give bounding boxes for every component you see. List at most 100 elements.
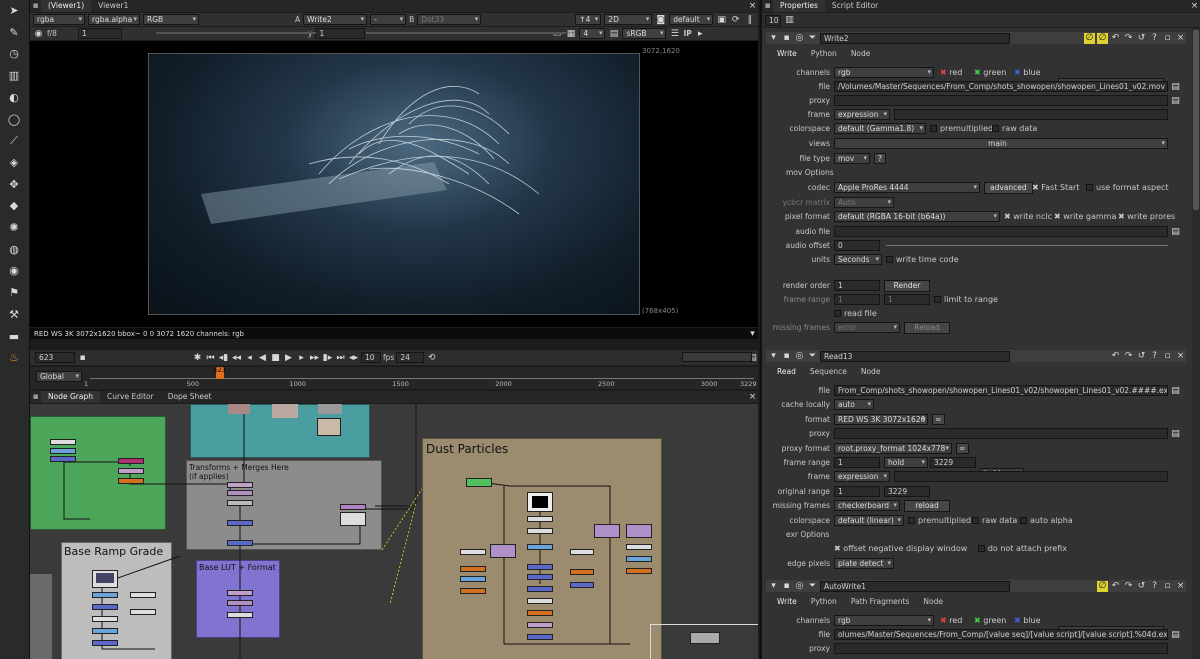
write2-file-browse-icon[interactable]: ▤ bbox=[1170, 81, 1181, 92]
info-expand-icon[interactable]: ▾ bbox=[747, 328, 758, 339]
write2-proxy-browse-icon[interactable]: ▤ bbox=[1170, 95, 1181, 106]
autowrite1-tab-python[interactable]: Python bbox=[804, 596, 844, 608]
autowrite1-help-icon[interactable]: ? bbox=[1149, 581, 1160, 592]
frame-field[interactable]: 623 bbox=[35, 352, 75, 363]
snowflake-icon[interactable]: ✱ bbox=[192, 352, 203, 363]
step-back-icon[interactable]: ◂ bbox=[244, 352, 255, 363]
tab-viewer1[interactable]: Viewer1 bbox=[91, 0, 135, 12]
write2-render-button[interactable]: Render bbox=[884, 280, 930, 292]
read13-missing-frames-select[interactable]: checkerboard bbox=[834, 500, 900, 511]
read13-no-prefix-checkbox[interactable] bbox=[977, 545, 985, 552]
first-frame-icon[interactable]: ⏮ bbox=[205, 352, 216, 363]
read13-float-icon[interactable]: ▪ bbox=[781, 351, 792, 362]
max-panels-field[interactable]: 10 bbox=[765, 14, 781, 26]
paint-icon[interactable]: ✎ bbox=[5, 26, 23, 42]
gamma-slider[interactable] bbox=[366, 32, 566, 34]
refresh-icon[interactable]: ⟳ bbox=[730, 14, 741, 25]
gamma-field[interactable]: 1 bbox=[315, 28, 366, 39]
write2-render-order-field[interactable]: 1 bbox=[834, 280, 880, 291]
write2-frame-field[interactable] bbox=[894, 109, 1168, 120]
autowrite1-close-icon[interactable]: × bbox=[1175, 581, 1186, 592]
node-grade-blue-2[interactable] bbox=[50, 456, 76, 462]
lock-range-icon[interactable]: ▪ bbox=[77, 352, 88, 363]
nodegraph-close-icon[interactable]: × bbox=[747, 392, 758, 403]
thumb-node-4[interactable] bbox=[317, 418, 341, 436]
autowrite1-header[interactable]: ▾ ▪ ◎ ⏷ AutoWrite1 ∅ ↶ ↷ ↺ ? ▫ × bbox=[766, 580, 1186, 592]
node-blur-1[interactable] bbox=[227, 520, 253, 526]
pause-icon[interactable]: ∥ bbox=[744, 14, 755, 25]
node-dot-grey-1[interactable] bbox=[227, 500, 253, 506]
node-baseramp-7[interactable] bbox=[130, 609, 156, 615]
step-field[interactable]: 10 bbox=[361, 352, 381, 363]
node-transform-1[interactable] bbox=[118, 468, 144, 474]
node-baselut-2[interactable] bbox=[227, 600, 253, 606]
read13-tab-read[interactable]: Read bbox=[770, 366, 803, 378]
read13-center-icon[interactable]: ◎ bbox=[794, 351, 805, 362]
write2-channels-select[interactable]: rgb bbox=[834, 67, 934, 78]
write2-proxy-field[interactable] bbox=[834, 95, 1168, 106]
autowrite1-color-icon[interactable]: ∅ bbox=[1097, 580, 1108, 592]
next-keyframe-icon[interactable]: ▮▸ bbox=[322, 352, 333, 363]
node-dust-left-4[interactable] bbox=[460, 588, 486, 594]
prev-keyframe-icon[interactable]: ◂▮ bbox=[218, 352, 229, 363]
write2-frame-mode-select[interactable]: expression bbox=[834, 109, 890, 120]
write2-write-prores-checkbox[interactable]: ✖ bbox=[1118, 212, 1127, 221]
viewer-canvas[interactable]: 3072,1620 (768x405) bbox=[30, 41, 758, 327]
node-dust-4[interactable] bbox=[527, 564, 553, 570]
channel-icon[interactable]: ▥ bbox=[5, 69, 23, 85]
write2-revert-icon[interactable]: ↺ bbox=[1136, 33, 1147, 44]
read13-file-field[interactable]: From_Comp/shots_showopen/showopen_Lines0… bbox=[834, 385, 1168, 396]
zoom-select[interactable]: ↑4 bbox=[575, 14, 602, 25]
nodegraph-pane-icon[interactable]: ▪ bbox=[30, 392, 41, 403]
filter-icon[interactable]: ◯ bbox=[5, 113, 23, 129]
read13-fr-end-field[interactable]: 3229 bbox=[930, 457, 976, 468]
overlay-icon[interactable]: ▤ bbox=[608, 28, 619, 39]
lock-icon[interactable]: ▣ bbox=[716, 14, 727, 25]
read13-redo-icon[interactable]: ↷ bbox=[1123, 351, 1134, 362]
write2-help-icon[interactable]: ? bbox=[1149, 33, 1160, 44]
proxy-select[interactable]: 4 bbox=[579, 28, 606, 39]
timeline-scope-select[interactable]: Global bbox=[36, 371, 82, 382]
write2-green-check[interactable]: ✖ green bbox=[974, 68, 1006, 77]
write2-color2-icon[interactable]: ∅ bbox=[1097, 32, 1108, 44]
read13-proxy-browse-icon[interactable]: ▤ bbox=[1170, 428, 1181, 439]
write2-color-icon[interactable]: ∅ bbox=[1084, 32, 1095, 44]
write2-reload-button[interactable]: Reload bbox=[904, 322, 950, 334]
write2-units-select[interactable]: Seconds bbox=[834, 254, 882, 265]
write2-views-select[interactable]: main bbox=[834, 138, 1168, 149]
a-input-select[interactable]: Write2 bbox=[303, 14, 368, 25]
view-mode-select[interactable]: 2D bbox=[604, 14, 653, 25]
read13-premultiplied-checkbox[interactable] bbox=[908, 517, 915, 524]
write2-undo-icon[interactable]: ↶ bbox=[1110, 33, 1121, 44]
node-baseramp-2[interactable] bbox=[92, 604, 118, 610]
read13-frame-field[interactable] bbox=[894, 471, 1168, 482]
node-dust-10[interactable] bbox=[527, 634, 553, 640]
read13-format-select[interactable]: RED WS 3K 3072x1620 bbox=[834, 414, 928, 425]
write2-tab-python[interactable]: Python bbox=[804, 48, 844, 60]
other-icon[interactable]: ▬ bbox=[5, 330, 23, 346]
step-size-icon[interactable]: ◂▸ bbox=[348, 352, 359, 363]
autowrite1-float-panel-icon[interactable]: ▫ bbox=[1162, 581, 1173, 592]
read13-orig-start-field[interactable]: 1 bbox=[834, 486, 880, 497]
write2-audio-file-field[interactable] bbox=[834, 226, 1168, 237]
autowrite1-center-icon[interactable]: ◎ bbox=[794, 581, 805, 592]
furnace-icon[interactable]: ♨ bbox=[5, 351, 23, 367]
write2-use-format-aspect-checkbox[interactable] bbox=[1086, 184, 1093, 191]
node-crossed-1[interactable] bbox=[340, 512, 366, 526]
metadata-icon[interactable]: ⚑ bbox=[5, 286, 23, 302]
tab-curve-editor[interactable]: Curve Editor bbox=[100, 391, 161, 403]
step-forward-icon[interactable]: ▸ bbox=[296, 352, 307, 363]
clear-panels-icon[interactable]: ▥ bbox=[784, 15, 795, 26]
autowrite1-file-browse-icon[interactable]: ▤ bbox=[1170, 629, 1181, 640]
read13-proxy-field[interactable] bbox=[834, 428, 1168, 439]
thumb-node-3[interactable] bbox=[318, 404, 342, 414]
tab-dope-sheet[interactable]: Dope Sheet bbox=[161, 391, 219, 403]
write2-audio-offset-field[interactable]: 0 bbox=[834, 240, 880, 251]
step-forward-many-icon[interactable]: ▸▸ bbox=[309, 352, 320, 363]
write2-collapse-icon[interactable]: ▾ bbox=[768, 33, 779, 44]
tab-properties[interactable]: Properties bbox=[773, 0, 825, 12]
node-baseramp-6[interactable] bbox=[130, 592, 156, 598]
write2-time-code-checkbox[interactable] bbox=[886, 256, 893, 263]
node-baseramp-thumb[interactable] bbox=[92, 570, 118, 588]
node-transform-3[interactable] bbox=[227, 490, 253, 496]
